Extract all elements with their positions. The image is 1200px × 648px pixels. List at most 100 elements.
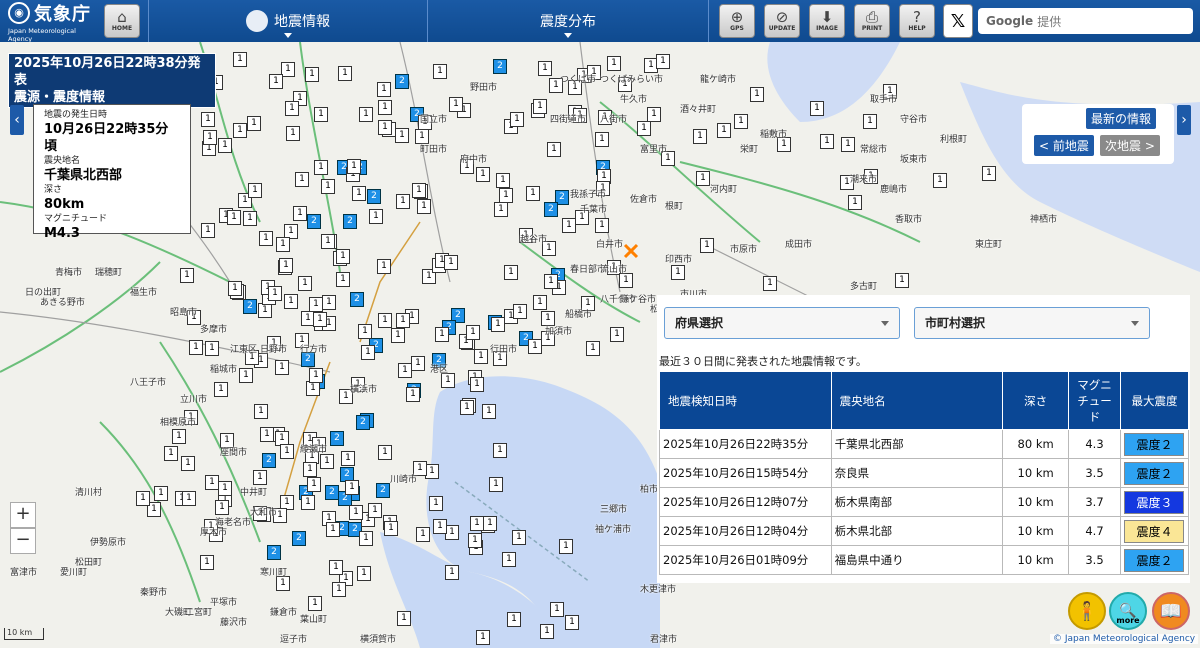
intensity-marker-1[interactable]: 1 <box>671 265 685 280</box>
intensity-marker-1[interactable]: 1 <box>482 404 496 419</box>
intensity-marker-1[interactable]: 1 <box>218 138 232 153</box>
intensity-marker-2[interactable]: 2 <box>267 545 281 560</box>
intensity-marker-1[interactable]: 1 <box>172 429 186 444</box>
intensity-marker-1[interactable]: 1 <box>269 74 283 89</box>
intensity-marker-1[interactable]: 1 <box>181 456 195 471</box>
intensity-marker-1[interactable]: 1 <box>205 475 219 490</box>
intensity-marker-1[interactable]: 1 <box>276 237 290 252</box>
intensity-marker-1[interactable]: 1 <box>378 120 392 135</box>
intensity-marker-1[interactable]: 1 <box>474 349 488 364</box>
intensity-marker-1[interactable]: 1 <box>239 368 253 383</box>
intensity-marker-1[interactable]: 1 <box>607 56 621 71</box>
panel-collapse-right-button[interactable]: › <box>1177 105 1191 135</box>
intensity-marker-2[interactable]: 2 <box>262 453 276 468</box>
intensity-marker-1[interactable]: 1 <box>258 303 272 318</box>
intensity-marker-1[interactable]: 1 <box>444 255 458 270</box>
intensity-marker-1[interactable]: 1 <box>378 313 392 328</box>
intensity-marker-1[interactable]: 1 <box>259 231 273 246</box>
latest-info-button[interactable]: 最新の情報 <box>1086 108 1157 129</box>
intensity-marker-1[interactable]: 1 <box>507 612 521 627</box>
intensity-marker-1[interactable]: 1 <box>734 114 748 129</box>
intensity-marker-2[interactable]: 2 <box>292 531 306 546</box>
intensity-marker-1[interactable]: 1 <box>369 209 383 224</box>
intensity-marker-1[interactable]: 1 <box>279 258 293 273</box>
intensity-marker-1[interactable]: 1 <box>260 427 274 442</box>
intensity-marker-1[interactable]: 1 <box>468 533 482 548</box>
intensity-marker-1[interactable]: 1 <box>321 179 335 194</box>
intensity-marker-1[interactable]: 1 <box>526 186 540 201</box>
intensity-marker-1[interactable]: 1 <box>295 172 309 187</box>
intensity-marker-1[interactable]: 1 <box>449 97 463 112</box>
intensity-marker-1[interactable]: 1 <box>470 516 484 531</box>
intensity-marker-1[interactable]: 1 <box>368 503 382 518</box>
intensity-marker-1[interactable]: 1 <box>349 505 363 520</box>
intensity-marker-1[interactable]: 1 <box>227 210 241 225</box>
intensity-marker-1[interactable]: 1 <box>466 325 480 340</box>
intensity-marker-1[interactable]: 1 <box>301 495 315 510</box>
intensity-marker-1[interactable]: 1 <box>308 596 322 611</box>
intensity-marker-1[interactable]: 1 <box>214 382 228 397</box>
intensity-marker-1[interactable]: 1 <box>322 295 336 310</box>
intensity-marker-1[interactable]: 1 <box>358 324 372 339</box>
intensity-marker-1[interactable]: 1 <box>476 167 490 182</box>
intensity-marker-1[interactable]: 1 <box>314 160 328 175</box>
intensity-marker-1[interactable]: 1 <box>848 195 862 210</box>
legend-button[interactable]: 🧍 <box>1068 592 1106 630</box>
column-header[interactable]: 震央地名 <box>830 371 1004 430</box>
intensity-marker-1[interactable]: 1 <box>895 273 909 288</box>
intensity-marker-1[interactable]: 1 <box>586 341 600 356</box>
intensity-marker-1[interactable]: 1 <box>201 112 215 127</box>
intensity-marker-1[interactable]: 1 <box>502 552 516 567</box>
gps-button[interactable]: ⊕ GPS <box>719 4 755 38</box>
zoom-out-button[interactable]: − <box>10 528 36 554</box>
intensity-marker-1[interactable]: 1 <box>494 202 508 217</box>
intensity-marker-1[interactable]: 1 <box>565 615 579 630</box>
intensity-marker-1[interactable]: 1 <box>493 443 507 458</box>
intensity-marker-1[interactable]: 1 <box>275 360 289 375</box>
intensity-marker-1[interactable]: 1 <box>247 116 261 131</box>
intensity-marker-1[interactable]: 1 <box>417 199 431 214</box>
intensity-marker-1[interactable]: 1 <box>338 66 352 81</box>
intensity-marker-1[interactable]: 1 <box>810 101 824 116</box>
table-row[interactable]: 2025年10月26日22時35分 千葉県北西部 80 km 4.3 震度２ <box>659 429 1190 459</box>
intensity-marker-1[interactable]: 1 <box>547 142 561 157</box>
intensity-marker-1[interactable]: 1 <box>656 54 670 69</box>
prefecture-select[interactable]: 府県選択 <box>664 307 900 339</box>
menu-intensity-distribution[interactable]: 震度分布 <box>428 0 708 42</box>
table-row[interactable]: 2025年10月26日01時09分 福島県中通り 10 km 3.5 震度２ <box>659 545 1190 575</box>
intensity-marker-1[interactable]: 1 <box>218 481 232 496</box>
intensity-marker-1[interactable]: 1 <box>483 516 497 531</box>
intensity-marker-1[interactable]: 1 <box>982 166 996 181</box>
menu-earthquake-info[interactable]: 地震情報 <box>149 0 427 42</box>
intensity-marker-1[interactable]: 1 <box>248 183 262 198</box>
column-header[interactable]: 地震検知日時 <box>659 371 832 430</box>
intensity-marker-1[interactable]: 1 <box>280 444 294 459</box>
intensity-marker-1[interactable]: 1 <box>496 173 510 188</box>
intensity-marker-1[interactable]: 1 <box>470 377 484 392</box>
intensity-marker-2[interactable]: 2 <box>376 483 390 498</box>
intensity-marker-2[interactable]: 2 <box>544 202 558 217</box>
intensity-marker-1[interactable]: 1 <box>396 194 410 209</box>
intensity-marker-1[interactable]: 1 <box>285 101 299 116</box>
intensity-marker-1[interactable]: 1 <box>361 345 375 360</box>
intensity-marker-1[interactable]: 1 <box>460 400 474 415</box>
intensity-marker-1[interactable]: 1 <box>533 99 547 114</box>
intensity-marker-1[interactable]: 1 <box>406 387 420 402</box>
intensity-marker-1[interactable]: 1 <box>559 539 573 554</box>
home-button[interactable]: ⌂ HOME <box>104 4 140 38</box>
intensity-marker-2[interactable]: 2 <box>493 59 507 74</box>
intensity-marker-1[interactable]: 1 <box>395 128 409 143</box>
intensity-marker-1[interactable]: 1 <box>619 273 633 288</box>
intensity-marker-1[interactable]: 1 <box>305 67 319 82</box>
intensity-marker-1[interactable]: 1 <box>352 186 366 201</box>
intensity-marker-1[interactable]: 1 <box>203 130 217 145</box>
intensity-marker-1[interactable]: 1 <box>329 560 343 575</box>
help-button[interactable]: ? HELP <box>899 4 935 38</box>
intensity-marker-1[interactable]: 1 <box>332 582 346 597</box>
intensity-marker-1[interactable]: 1 <box>700 238 714 253</box>
print-button[interactable]: ⎙ PRINT <box>854 4 890 38</box>
next-earthquake-button[interactable]: 次地震 > <box>1100 135 1160 156</box>
intensity-marker-1[interactable]: 1 <box>489 477 503 492</box>
intensity-marker-1[interactable]: 1 <box>396 313 410 328</box>
intensity-marker-1[interactable]: 1 <box>254 404 268 419</box>
